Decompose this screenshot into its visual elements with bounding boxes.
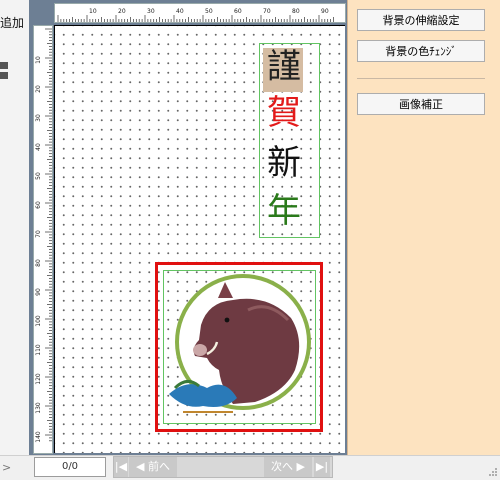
ruler-corner — [33, 3, 51, 21]
ruler-left-label: 20 — [35, 85, 42, 93]
ruler-top: 10 20 30 40 50 60 70 80 90 — [54, 3, 346, 23]
ruler-left-label: 140 — [35, 431, 42, 443]
ruler-left-label: 80 — [35, 259, 42, 267]
ruler-top-label: 10 — [89, 8, 97, 15]
ruler-top-label: 90 — [321, 8, 329, 15]
ruler-top-label: 50 — [205, 8, 213, 15]
bg-color-button[interactable]: 背景の色ﾁｪﾝｼﾞ — [357, 40, 485, 62]
greeting-char-4: 年 — [267, 191, 301, 231]
greeting-char-3: 新 — [267, 143, 301, 183]
last-page-icon[interactable]: ▶| — [314, 457, 330, 477]
ruler-left-label: 120 — [35, 373, 42, 385]
ruler-top-label: 30 — [147, 8, 155, 15]
ruler-left-label: 10 — [35, 56, 42, 64]
ruler-top-label: 60 — [234, 8, 242, 15]
resize-grip-icon[interactable] — [488, 467, 498, 477]
ruler-left-label: 40 — [35, 143, 42, 151]
page-counter: 0/0 — [34, 457, 106, 477]
greeting-char-2: 賀 — [267, 93, 301, 133]
ruler-left-label: 130 — [35, 402, 42, 414]
ruler-left-label: 90 — [35, 288, 42, 296]
ruler-top-label: 70 — [263, 8, 271, 15]
expand-icon[interactable]: > — [2, 461, 11, 474]
boar-snout — [193, 344, 207, 356]
ruler-top-label: 40 — [176, 8, 184, 15]
ruler-left-label: 30 — [35, 114, 42, 122]
panel-divider — [357, 78, 485, 79]
right-panel: 背景の伸縮設定 背景の色ﾁｪﾝｼﾞ 画像補正 — [347, 0, 500, 455]
pine-branch — [169, 384, 237, 407]
bg-stretch-button[interactable]: 背景の伸縮設定 — [357, 9, 485, 31]
ruler-top-label: 20 — [118, 8, 126, 15]
ruler-left: 10 20 30 40 50 60 70 80 90 100 110 120 130 140 — [33, 25, 53, 454]
prev-page-button[interactable]: ◀ 前へ — [129, 457, 177, 477]
boar-illustration[interactable] — [163, 270, 316, 424]
ruler-top-label: 80 — [292, 8, 300, 15]
ruler-left-label: 70 — [35, 230, 42, 238]
ruler-left-scale: 10 20 30 40 50 60 70 80 90 100 110 120 130 140 — [35, 28, 52, 443]
ruler-left-label: 110 — [35, 344, 42, 356]
grid-icon[interactable] — [0, 62, 8, 80]
ruler-left-label: 60 — [35, 201, 42, 209]
ruler-top-scale: 10 20 30 40 50 60 70 80 90 — [57, 8, 334, 22]
next-page-button[interactable]: 次へ ▶ — [264, 457, 312, 477]
page-navigation: |◀ ◀ 前へ 次へ ▶ ▶| — [113, 456, 333, 478]
image-correct-button[interactable]: 画像補正 — [357, 93, 485, 115]
first-page-icon[interactable]: |◀ — [114, 457, 128, 477]
greeting-text-box[interactable]: 謹 賀 新 年 — [259, 43, 320, 238]
ruler-left-label: 50 — [35, 172, 42, 180]
greeting-char-1: 謹 — [267, 47, 301, 87]
ruler-left-label: 100 — [35, 315, 42, 327]
add-button[interactable]: 追加 — [0, 14, 24, 31]
boar-eye — [224, 317, 230, 323]
